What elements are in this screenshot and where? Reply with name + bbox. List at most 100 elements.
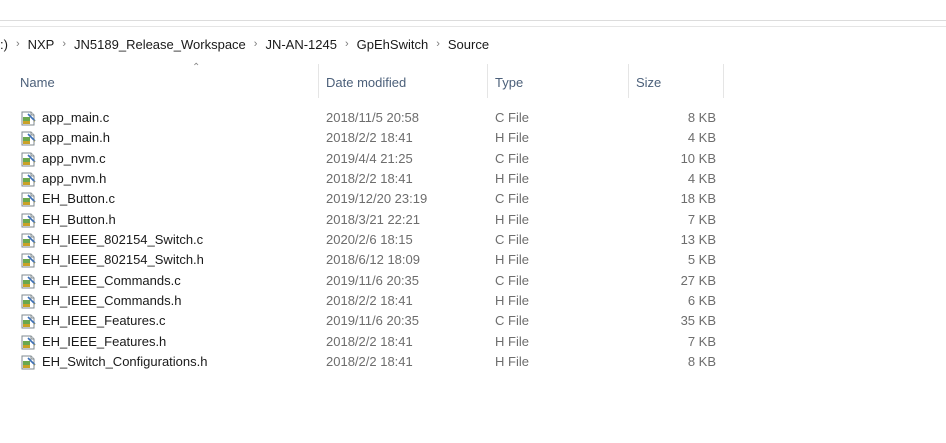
text-file-icon <box>20 191 36 207</box>
chevron-right-icon[interactable]: › <box>254 38 258 50</box>
file-type: C File <box>495 191 529 207</box>
file-date-modified: 2018/6/12 18:09 <box>326 252 420 268</box>
file-date-modified: 2018/2/2 18:41 <box>326 130 413 146</box>
file-date-modified: 2020/2/6 18:15 <box>326 232 413 248</box>
column-divider[interactable] <box>487 64 488 98</box>
file-row[interactable]: EH_IEEE_802154_Switch.h 2018/6/12 18:09 H … <box>0 250 946 270</box>
chevron-right-icon[interactable]: › <box>16 38 20 50</box>
file-name[interactable]: EH_IEEE_802154_Switch.h <box>42 250 204 270</box>
file-row[interactable]: EH_IEEE_Features.c 2019/11/6 20:35 C File 3… <box>0 311 946 331</box>
text-file-icon <box>20 273 36 289</box>
file-row[interactable]: EH_IEEE_Commands.h 2018/2/2 18:41 H File 6 … <box>0 291 946 311</box>
column-divider[interactable] <box>628 64 629 98</box>
file-size: 13 KB <box>680 232 716 248</box>
file-type: C File <box>495 232 529 248</box>
file-name[interactable]: EH_IEEE_Features.c <box>42 311 166 331</box>
file-date-modified: 2019/11/6 20:35 <box>326 313 420 329</box>
sort-ascending-icon: ⌃ <box>192 62 201 73</box>
text-file-icon <box>20 130 36 146</box>
file-size: 10 KB <box>680 150 716 166</box>
file-type: H File <box>495 171 529 187</box>
file-row[interactable]: EH_IEEE_802154_Switch.c 2020/2/6 18:15 C F… <box>0 230 946 250</box>
file-size: 35 KB <box>680 313 716 329</box>
file-name[interactable]: app_main.c <box>42 108 109 128</box>
column-header-name[interactable]: ⌃ Name <box>20 62 320 104</box>
file-date-modified: 2018/11/5 20:58 <box>326 110 420 125</box>
breadcrumb[interactable]: :) › NXP › JN5189_Release_Workspace › JN… <box>0 27 946 61</box>
file-name[interactable]: EH_Button.h <box>42 210 116 230</box>
file-type: H File <box>495 333 529 349</box>
text-file-icon <box>20 110 36 126</box>
breadcrumb-gpehswitch[interactable]: GpEhSwitch <box>357 37 429 52</box>
file-name[interactable]: EH_IEEE_802154_Switch.c <box>42 230 203 250</box>
file-name[interactable]: app_main.h <box>42 128 110 148</box>
file-name[interactable]: EH_IEEE_Features.h <box>42 332 166 352</box>
column-header-row: ⌃ Name Date modified Type Size <box>0 62 946 104</box>
file-type: H File <box>495 252 529 268</box>
text-file-icon <box>20 171 36 187</box>
text-file-icon <box>20 354 36 370</box>
breadcrumb-project[interactable]: JN-AN-1245 <box>265 37 337 52</box>
file-row[interactable]: app_nvm.c 2019/4/4 21:25 C File 10 KB <box>0 149 946 169</box>
file-name[interactable]: EH_IEEE_Commands.c <box>42 271 181 291</box>
text-file-icon <box>20 212 36 228</box>
file-type: H File <box>495 354 529 370</box>
chevron-right-icon[interactable]: › <box>436 38 440 50</box>
column-divider[interactable] <box>318 64 319 98</box>
file-date-modified: 2019/4/4 21:25 <box>326 150 413 166</box>
file-date-modified: 2018/2/2 18:41 <box>326 333 413 349</box>
file-row[interactable]: app_main.c 2018/11/5 20:58 C File 8 KB <box>0 108 946 128</box>
text-file-icon <box>20 293 36 309</box>
file-date-modified: 2018/3/21 22:21 <box>326 211 420 227</box>
text-file-icon <box>20 151 36 167</box>
chevron-right-icon[interactable]: › <box>62 38 66 50</box>
file-row[interactable]: app_nvm.h 2018/2/2 18:41 H File 4 KB <box>0 169 946 189</box>
file-name[interactable]: EH_Button.c <box>42 189 115 209</box>
file-size: 5 KB <box>687 252 716 268</box>
file-row[interactable]: EH_Button.h 2018/3/21 22:21 H File 7 KB <box>0 210 946 230</box>
file-row[interactable]: EH_Button.c 2019/12/20 23:19 C File 18 KB <box>0 189 946 209</box>
file-row[interactable]: EH_IEEE_Commands.c 2019/11/6 20:35 C File 2… <box>0 271 946 291</box>
file-name[interactable]: EH_Switch_Configurations.h <box>42 352 207 372</box>
file-list: app_main.c 2018/11/5 20:58 C File 8 KB app_… <box>0 108 946 372</box>
file-name[interactable]: EH_IEEE_Commands.h <box>42 291 181 311</box>
chevron-right-icon[interactable]: › <box>345 38 349 50</box>
file-name[interactable]: app_nvm.c <box>42 149 106 169</box>
breadcrumb-workspace[interactable]: JN5189_Release_Workspace <box>74 37 246 52</box>
file-size: 4 KB <box>687 130 716 146</box>
file-row[interactable]: EH_IEEE_Features.h 2018/2/2 18:41 H File 7 … <box>0 332 946 352</box>
file-size: 6 KB <box>687 293 716 309</box>
column-header-name-label: Name <box>20 75 55 90</box>
file-size: 18 KB <box>680 191 716 207</box>
file-type: C File <box>495 110 529 125</box>
file-date-modified: 2019/12/20 23:19 <box>326 191 428 207</box>
file-type: H File <box>495 130 529 146</box>
file-size: 8 KB <box>687 110 716 125</box>
file-size: 7 KB <box>687 333 716 349</box>
column-header-size[interactable]: Size <box>636 64 716 104</box>
file-size: 8 KB <box>687 354 716 370</box>
breadcrumb-source[interactable]: Source <box>448 37 489 52</box>
file-date-modified: 2018/2/2 18:41 <box>326 293 413 309</box>
file-date-modified: 2018/2/2 18:41 <box>326 171 413 187</box>
file-date-modified: 2018/2/2 18:41 <box>326 354 413 370</box>
file-date-modified: 2019/11/6 20:35 <box>326 272 420 288</box>
file-size: 7 KB <box>687 211 716 227</box>
file-type: H File <box>495 211 529 227</box>
text-file-icon <box>20 232 36 248</box>
column-header-date[interactable]: Date modified <box>326 64 486 104</box>
breadcrumb-drive[interactable]: :) <box>0 37 8 52</box>
file-row[interactable]: app_main.h 2018/2/2 18:41 H File 4 KB <box>0 128 946 148</box>
file-name[interactable]: app_nvm.h <box>42 169 106 189</box>
text-file-icon <box>20 252 36 268</box>
file-row[interactable]: EH_Switch_Configurations.h 2018/2/2 18:41… <box>0 352 946 372</box>
file-size: 27 KB <box>680 272 716 288</box>
breadcrumb-nxp[interactable]: NXP <box>28 37 55 52</box>
column-header-type[interactable]: Type <box>495 64 625 104</box>
toolbar-divider <box>0 20 946 21</box>
file-type: H File <box>495 293 529 309</box>
file-type: C File <box>495 313 529 329</box>
text-file-icon <box>20 334 36 350</box>
column-divider[interactable] <box>723 64 724 98</box>
text-file-icon <box>20 313 36 329</box>
